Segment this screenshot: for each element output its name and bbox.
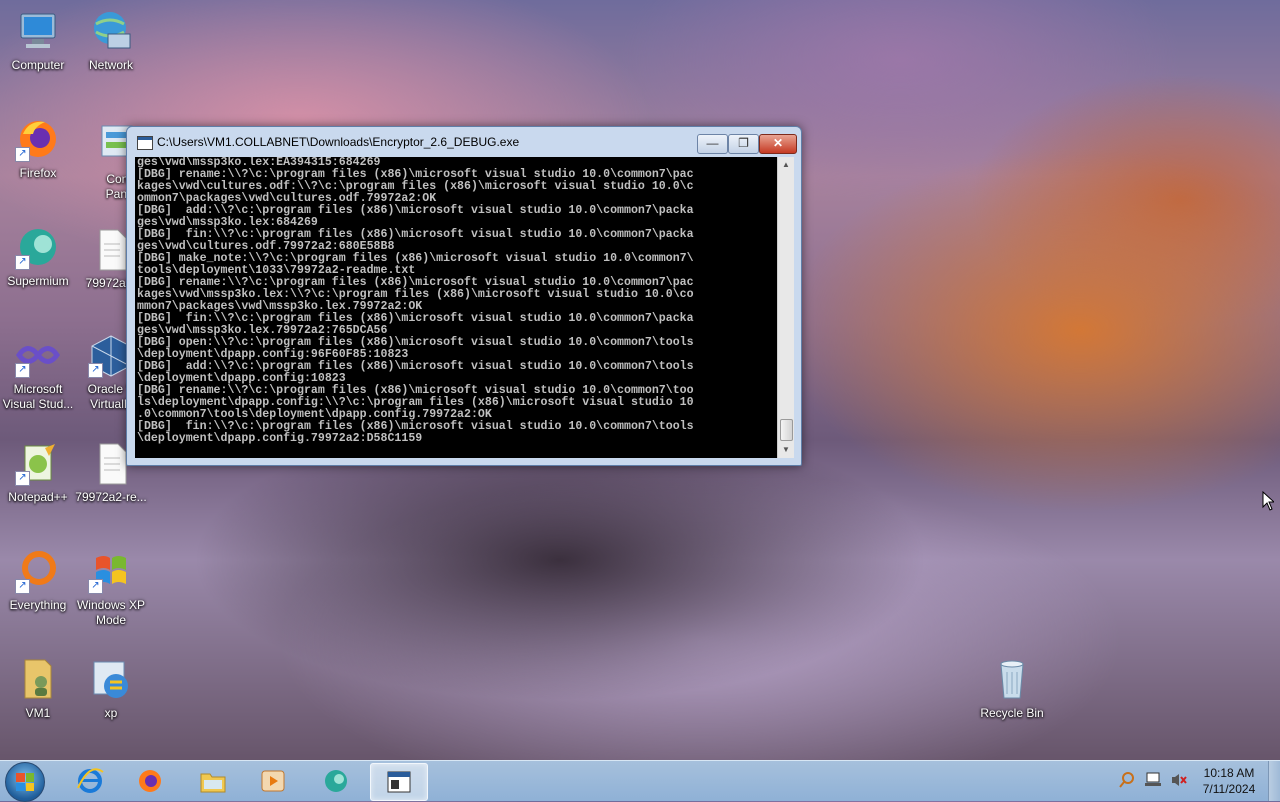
windows-xp-mode-icon: ↗	[88, 548, 134, 594]
scrollbar-thumb[interactable]	[780, 419, 793, 441]
network-icon	[88, 8, 134, 54]
desktop-icon-visual-studio[interactable]: ↗ Microsoft Visual Stud...	[0, 332, 76, 412]
firefox-icon	[139, 770, 161, 792]
desktop-icon-label: Notepad++	[8, 490, 68, 504]
close-button[interactable]: ✕	[759, 134, 797, 154]
mouse-cursor-icon	[1262, 491, 1274, 511]
volume-muted-icon[interactable]	[1170, 771, 1188, 789]
action-center-icon[interactable]	[1118, 771, 1136, 789]
taskbar-app-console-active[interactable]	[370, 763, 428, 801]
desktop-icon-notepadpp[interactable]: ↗ Notepad++	[0, 440, 76, 505]
desktop-icon-everything[interactable]: ↗ Everything	[0, 548, 76, 613]
desktop-icon-label: 79972a2-re...	[75, 490, 147, 504]
user-folder-icon	[15, 656, 61, 702]
window-title: C:\Users\VM1.COLLABNET\Downloads\Encrypt…	[157, 135, 520, 149]
taskbar: 10:18 AM 7/11/2024	[0, 760, 1280, 802]
desktop-icon-label: xp	[104, 706, 118, 720]
taskbar-app-file-explorer[interactable]	[185, 763, 241, 799]
vertical-scrollbar[interactable]: ▲ ▼	[777, 157, 794, 458]
scroll-up-arrow-icon[interactable]: ▲	[778, 157, 794, 173]
shortcut-arrow-icon: ↗	[15, 363, 30, 378]
windows-logo-icon	[16, 773, 34, 791]
desktop-icon-label: Everything	[9, 598, 67, 612]
desktop-icon-label: Windows XP Mode	[76, 598, 146, 627]
desktop-icon-vm1[interactable]: VM1	[0, 656, 76, 721]
shortcut-arrow-icon: ↗	[15, 147, 30, 162]
shortcut-arrow-icon: ↗	[15, 255, 30, 270]
desktop-icon-recycle-bin[interactable]: Recycle Bin	[974, 656, 1050, 721]
shortcut-arrow-icon: ↗	[15, 579, 30, 594]
scroll-down-arrow-icon[interactable]: ▼	[778, 442, 794, 458]
console-icon	[137, 136, 153, 150]
network-icon[interactable]	[1144, 771, 1162, 789]
firefox-icon: ↗	[15, 116, 61, 162]
desktop-icon-windows-xp-mode[interactable]: ↗ Windows XP Mode	[73, 548, 149, 628]
everything-icon: ↗	[15, 548, 61, 594]
internet-explorer-icon	[77, 768, 104, 793]
desktop-icon-label: Recycle Bin	[980, 706, 1044, 720]
supermium-icon: ↗	[15, 224, 61, 270]
maximize-button[interactable]: ❐	[728, 134, 759, 154]
file-explorer-icon	[200, 773, 226, 793]
desktop-icon-network[interactable]: Network	[73, 8, 149, 73]
window-titlebar[interactable]: C:\Users\VM1.COLLABNET\Downloads\Encrypt…	[127, 127, 801, 157]
desktop-icon-label: VM1	[25, 706, 51, 720]
clock-date: 7/11/2024	[1202, 782, 1256, 796]
console-output-text: ges\vwd\mssp3ko.lex:EA394315:684269 [DBG…	[137, 157, 694, 445]
start-button[interactable]	[5, 762, 45, 802]
minimize-button[interactable]: —	[697, 134, 728, 154]
desktop-icon-label: Network	[88, 58, 133, 72]
desktop-icon-label: Microsoft Visual Stud...	[2, 382, 74, 411]
desktop-icon-label: Supermium	[7, 274, 69, 288]
shortcut-arrow-icon: ↗	[88, 579, 103, 594]
desktop-icon-firefox[interactable]: ↗ Firefox	[0, 116, 76, 181]
clock-time: 10:18 AM	[1203, 766, 1255, 780]
xp-icon	[88, 656, 134, 702]
desktop-icon-label: Computer	[11, 58, 65, 72]
desktop-icon-computer[interactable]: Computer	[0, 8, 76, 73]
show-desktop-button[interactable]	[1268, 761, 1280, 801]
shortcut-arrow-icon: ↗	[88, 363, 103, 378]
supermium-icon	[325, 770, 347, 792]
system-clock[interactable]: 10:18 AM 7/11/2024	[1196, 765, 1262, 797]
shortcut-arrow-icon: ↗	[15, 471, 30, 486]
desktop-icon-label: Firefox	[19, 166, 57, 180]
console-output-area[interactable]: ges\vwd\mssp3ko.lex:EA394315:684269 [DBG…	[135, 157, 777, 458]
taskbar-app-media-player[interactable]	[245, 763, 301, 799]
computer-icon	[15, 8, 61, 54]
taskbar-app-firefox[interactable]	[122, 763, 178, 799]
notepadpp-icon: ↗	[15, 440, 61, 486]
media-player-icon	[261, 770, 285, 792]
taskbar-app-supermium[interactable]	[308, 763, 364, 799]
visual-studio-icon: ↗	[15, 332, 61, 378]
desktop-icon-supermium[interactable]: ↗ Supermium	[0, 224, 76, 289]
desktop-icon-xp[interactable]: xp	[73, 656, 149, 721]
recycle-bin-icon	[989, 656, 1035, 702]
taskbar-app-internet-explorer[interactable]	[62, 763, 118, 799]
console-window[interactable]: C:\Users\VM1.COLLABNET\Downloads\Encrypt…	[126, 126, 802, 466]
console-icon	[387, 771, 411, 793]
